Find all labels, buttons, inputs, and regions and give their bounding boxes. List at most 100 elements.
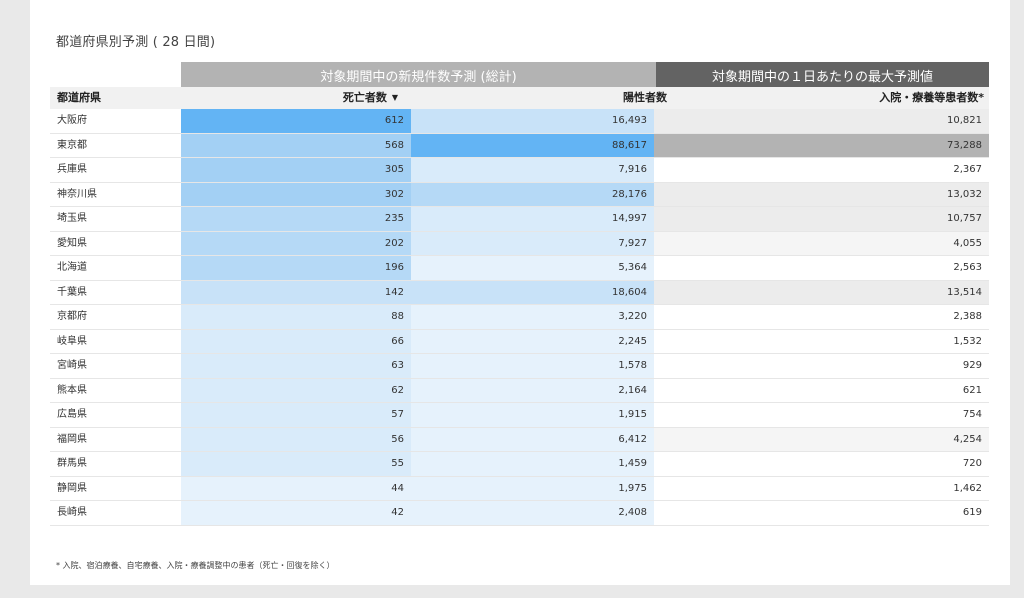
table-row: 京都府 88 3,220 2,388	[50, 305, 989, 330]
deaths-cell: 62	[181, 378, 411, 402]
inpatients-cell: 619	[654, 501, 989, 525]
positives-cell: 5,364	[411, 256, 654, 280]
positives-cell: 18,604	[411, 280, 654, 304]
table-row: 群馬県 55 1,459 720	[50, 452, 989, 477]
deaths-cell: 202	[181, 231, 411, 255]
deaths-cell: 235	[181, 207, 411, 231]
prefecture-cell: 神奈川県	[57, 188, 97, 200]
prefecture-cell: 広島県	[57, 409, 87, 420]
positives-cell: 28,176	[411, 182, 654, 206]
table-row: 兵庫県 305 7,916 2,367	[50, 158, 989, 183]
deaths-cell: 55	[181, 452, 411, 476]
column-header-prefecture[interactable]: 都道府県	[57, 87, 101, 109]
inpatients-cell: 13,032	[654, 182, 989, 206]
table-body: 大阪府 612 16,493 10,821 東京都 568 88,617 73,288 兵庫県 3…	[50, 109, 989, 526]
table-header: 都道府県 死亡者数 ▼ 陽性者数 入院・療養等患者数*	[50, 87, 989, 109]
positives-cell: 2,408	[411, 501, 654, 525]
sort-descending-icon: ▼	[391, 93, 398, 102]
prefecture-cell: 大阪府	[57, 115, 87, 126]
deaths-cell: 57	[181, 403, 411, 427]
deaths-cell: 612	[181, 109, 411, 133]
deaths-cell: 66	[181, 329, 411, 353]
inpatients-cell: 720	[654, 452, 989, 476]
table-row: 福岡県 56 6,412 4,254	[50, 427, 989, 452]
positives-cell: 2,245	[411, 329, 654, 353]
table-row: 埼玉県 235 14,997 10,757	[50, 207, 989, 232]
table-row: 広島県 57 1,915 754	[50, 403, 989, 428]
positives-cell: 88,617	[411, 133, 654, 157]
group-header-daily-max: 対象期間中の１日あたりの最大予測値	[656, 62, 989, 88]
deaths-cell: 63	[181, 354, 411, 378]
deaths-cell: 142	[181, 280, 411, 304]
table-row: 千葉県 142 18,604 13,514	[50, 280, 989, 305]
deaths-cell: 568	[181, 133, 411, 157]
positives-cell: 16,493	[411, 109, 654, 133]
report-card: 都道府県別予測 ( 28 日間) 対象期間中の新規件数予測 (総計) 対象期間中…	[30, 0, 1010, 585]
column-label: 陽性者数	[623, 91, 667, 104]
table-row: 静岡県 44 1,975 1,462	[50, 476, 989, 501]
inpatients-cell: 2,367	[654, 158, 989, 182]
deaths-cell: 302	[181, 182, 411, 206]
inpatients-cell: 13,514	[654, 280, 989, 304]
table-row: 愛知県 202 7,927 4,055	[50, 231, 989, 256]
positives-cell: 14,997	[411, 207, 654, 231]
inpatients-cell: 621	[654, 378, 989, 402]
prefecture-cell: 宮崎県	[57, 360, 87, 371]
prefecture-cell: 静岡県	[57, 482, 87, 494]
inpatients-cell: 73,288	[654, 133, 989, 157]
inpatients-cell: 1,532	[654, 329, 989, 353]
group-header-new-cases: 対象期間中の新規件数予測 (総計)	[181, 62, 656, 88]
prefecture-cell: 兵庫県	[57, 164, 87, 175]
inpatients-cell: 4,055	[654, 231, 989, 255]
deaths-cell: 305	[181, 158, 411, 182]
positives-cell: 3,220	[411, 305, 654, 329]
prefecture-cell: 北海道	[57, 262, 87, 273]
table-row: 神奈川県 302 28,176 13,032	[50, 182, 989, 207]
column-label: 入院・療養等患者数*	[879, 91, 984, 104]
inpatients-cell: 1,462	[654, 476, 989, 500]
column-header-deaths[interactable]: 死亡者数 ▼	[181, 87, 398, 109]
positives-cell: 7,927	[411, 231, 654, 255]
positives-cell: 2,164	[411, 378, 654, 402]
inpatients-cell: 10,821	[654, 109, 989, 133]
deaths-cell: 42	[181, 501, 411, 525]
inpatients-cell: 2,388	[654, 305, 989, 329]
group-header-row: 対象期間中の新規件数予測 (総計) 対象期間中の１日あたりの最大予測値	[30, 62, 1010, 88]
table-row: 宮崎県 63 1,578 929	[50, 354, 989, 379]
deaths-cell: 56	[181, 427, 411, 451]
page-title: 都道府県別予測 ( 28 日間)	[56, 35, 216, 50]
inpatients-cell: 10,757	[654, 207, 989, 231]
prefecture-cell: 愛知県	[57, 237, 87, 249]
prefecture-cell: 群馬県	[57, 458, 87, 469]
table-row: 大阪府 612 16,493 10,821	[50, 109, 989, 134]
deaths-cell: 88	[181, 305, 411, 329]
positives-cell: 7,916	[411, 158, 654, 182]
prefecture-cell: 福岡県	[57, 433, 87, 445]
prefecture-cell: 京都府	[57, 311, 87, 322]
positives-cell: 1,459	[411, 452, 654, 476]
positives-cell: 1,975	[411, 476, 654, 500]
inpatients-cell: 2,563	[654, 256, 989, 280]
inpatients-cell: 4,254	[654, 427, 989, 451]
table-row: 北海道 196 5,364 2,563	[50, 256, 989, 281]
column-header-inpatients[interactable]: 入院・療養等患者数*	[670, 87, 984, 109]
prefecture-cell: 岐阜県	[57, 335, 87, 347]
column-label: 死亡者数	[342, 91, 387, 104]
positives-cell: 6,412	[411, 427, 654, 451]
prefecture-cell: 熊本県	[57, 384, 87, 396]
table-row: 東京都 568 88,617 73,288	[50, 133, 989, 158]
footnote: * 入院、宿泊療養、自宅療養、入院・療養調整中の患者（死亡・回復を除く）	[56, 561, 335, 570]
table-row: 長崎県 42 2,408 619	[50, 501, 989, 526]
prefecture-cell: 長崎県	[57, 507, 87, 518]
prefecture-cell: 千葉県	[57, 286, 87, 298]
deaths-cell: 196	[181, 256, 411, 280]
prefecture-cell: 埼玉県	[57, 213, 87, 224]
table-row: 岐阜県 66 2,245 1,532	[50, 329, 989, 354]
inpatients-cell: 754	[654, 403, 989, 427]
deaths-cell: 44	[181, 476, 411, 500]
column-header-positives[interactable]: 陽性者数	[427, 87, 667, 109]
positives-cell: 1,915	[411, 403, 654, 427]
table-row: 熊本県 62 2,164 621	[50, 378, 989, 403]
prefecture-cell: 東京都	[57, 139, 87, 151]
column-label: 都道府県	[57, 91, 101, 104]
